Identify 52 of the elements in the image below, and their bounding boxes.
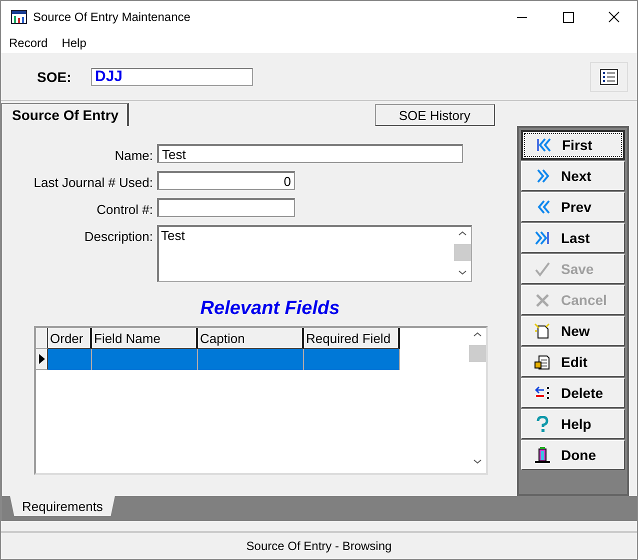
input-field[interactable] [157,198,295,217]
menu-item[interactable]: Record [9,36,48,50]
column-header[interactable]: Order [48,328,92,349]
pointer-icon [38,354,44,364]
last-button[interactable]: Last [521,223,625,253]
table-cell[interactable] [92,349,198,370]
row-indicator[interactable] [36,349,48,370]
data-grid[interactable]: Order Field Name Caption Required Field [34,326,488,475]
field-value: Test [160,227,186,245]
section-title: Relevant Fields [199,298,341,320]
door-icon [534,447,551,463]
window-title: Source Of Entry Maintenance [33,10,192,24]
field-label: Description: [83,228,153,244]
check-icon [534,261,551,277]
input-field[interactable]: Test [157,144,463,163]
history-button[interactable]: SOE History [374,104,495,126]
table-cell[interactable] [304,349,400,370]
table-cell[interactable] [198,349,304,370]
chevron-icon [535,137,552,153]
description-field[interactable]: Test [157,225,472,282]
edit-button[interactable]: Edit [521,347,625,377]
field-label: Control #: [96,201,153,217]
help-button[interactable]: Help [521,409,625,439]
field-label: Last Journal # Used: [32,174,153,190]
number-field[interactable]: 0 [157,171,295,190]
document-icon [534,323,551,339]
first-button[interactable]: First [521,130,625,160]
table-cell[interactable] [48,349,92,370]
new-button[interactable]: New [521,316,625,346]
column-header[interactable]: Caption [198,328,304,349]
cross-icon [534,292,551,308]
header-corner [36,328,48,349]
chevron-icon [534,230,551,246]
document-icon [534,354,551,370]
tab[interactable]: Source Of Entry [1,103,129,126]
help-icon [534,416,551,432]
app-icon [11,10,27,24]
column-header[interactable]: Required Field [304,328,400,349]
column-header[interactable]: Field Name [92,328,198,349]
next-button[interactable]: Next [521,161,625,191]
list-button[interactable] [590,62,628,92]
status-text: Source Of Entry - Browsing [246,539,392,553]
field-label: Name: [114,147,153,163]
menu-item[interactable]: Help [62,36,86,50]
delete-button[interactable]: Delete [521,378,625,408]
prev-button[interactable]: Prev [521,192,625,222]
list-icon [600,68,618,84]
tab[interactable]: Requirements [10,496,115,516]
arrow-icon [534,385,551,401]
done-button[interactable]: Done [521,440,625,470]
field-label: SOE: [37,68,72,84]
soe-field[interactable]: DJJ [91,68,253,86]
